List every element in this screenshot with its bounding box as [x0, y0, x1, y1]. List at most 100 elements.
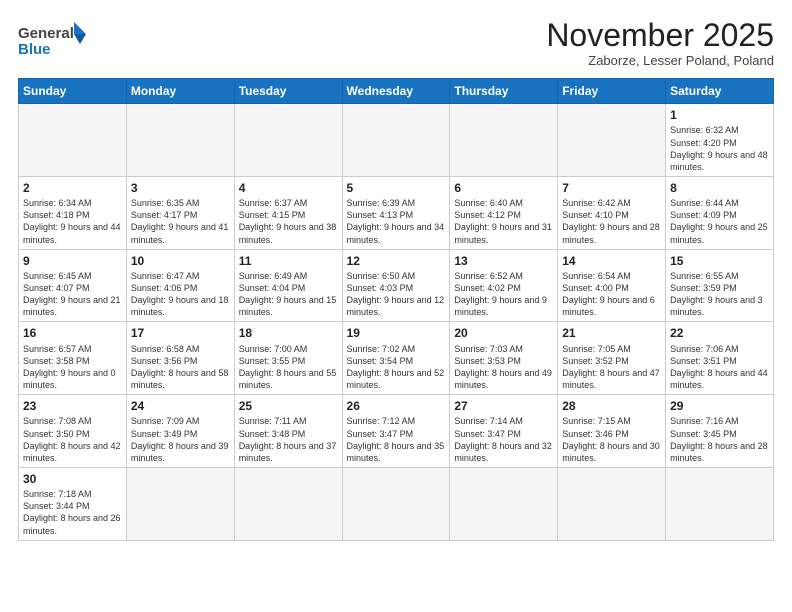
calendar-day-cell	[126, 104, 234, 177]
calendar-header-cell: Wednesday	[342, 79, 450, 104]
day-info: Sunrise: 7:18 AM Sunset: 3:44 PM Dayligh…	[23, 488, 122, 537]
day-info: Sunrise: 6:52 AM Sunset: 4:02 PM Dayligh…	[454, 270, 553, 319]
calendar-day-cell: 30Sunrise: 7:18 AM Sunset: 3:44 PM Dayli…	[19, 467, 127, 540]
calendar-day-cell: 20 Sunrise: 7:03 AM Sunset: 3:53 PM Dayli…	[450, 322, 558, 395]
subtitle: Zaborze, Lesser Poland, Poland	[546, 53, 774, 68]
day-info: Sunrise: 6:55 AM Sunset: 3:59 PM Dayligh…	[670, 270, 769, 319]
calendar-day-cell	[234, 467, 342, 540]
day-number: 22	[670, 325, 769, 341]
day-number: 20	[454, 325, 553, 341]
day-number: 29	[670, 398, 769, 414]
calendar-day-cell: 15Sunrise: 6:55 AM Sunset: 3:59 PM Dayli…	[666, 249, 774, 322]
day-number: 4	[239, 180, 338, 196]
day-info: Sunrise: 6:37 AM Sunset: 4:15 PM Dayligh…	[239, 197, 338, 246]
calendar-day-cell	[450, 104, 558, 177]
calendar-week-row: 2Sunrise: 6:34 AM Sunset: 4:18 PM Daylig…	[19, 176, 774, 249]
day-number: 11	[239, 253, 338, 269]
day-number: 26	[347, 398, 446, 414]
calendar-day-cell: 28Sunrise: 7:15 AM Sunset: 3:46 PM Dayli…	[558, 395, 666, 468]
calendar-day-cell: 19Sunrise: 7:02 AM Sunset: 3:54 PM Dayli…	[342, 322, 450, 395]
day-info: Sunrise: 7:03 AM Sunset: 3:53 PM Dayligh…	[454, 343, 553, 392]
calendar-day-cell: 6Sunrise: 6:40 AM Sunset: 4:12 PM Daylig…	[450, 176, 558, 249]
day-info: Sunrise: 7:05 AM Sunset: 3:52 PM Dayligh…	[562, 343, 661, 392]
day-info: Sunrise: 6:45 AM Sunset: 4:07 PM Dayligh…	[23, 270, 122, 319]
day-number: 21	[562, 325, 661, 341]
day-number: 3	[131, 180, 230, 196]
day-number: 16	[23, 325, 122, 341]
calendar-day-cell	[342, 467, 450, 540]
day-number: 6	[454, 180, 553, 196]
calendar-day-cell: 5Sunrise: 6:39 AM Sunset: 4:13 PM Daylig…	[342, 176, 450, 249]
day-number: 23	[23, 398, 122, 414]
day-info: Sunrise: 6:32 AM Sunset: 4:20 PM Dayligh…	[670, 124, 769, 173]
calendar-header-cell: Saturday	[666, 79, 774, 104]
calendar-day-cell: 7Sunrise: 6:42 AM Sunset: 4:10 PM Daylig…	[558, 176, 666, 249]
calendar-week-row: 9Sunrise: 6:45 AM Sunset: 4:07 PM Daylig…	[19, 249, 774, 322]
calendar-header-row: SundayMondayTuesdayWednesdayThursdayFrid…	[19, 79, 774, 104]
svg-text:Blue: Blue	[18, 41, 51, 58]
day-info: Sunrise: 7:00 AM Sunset: 3:55 PM Dayligh…	[239, 343, 338, 392]
calendar-day-cell: 14Sunrise: 6:54 AM Sunset: 4:00 PM Dayli…	[558, 249, 666, 322]
calendar-week-row: 1Sunrise: 6:32 AM Sunset: 4:20 PM Daylig…	[19, 104, 774, 177]
calendar-day-cell: 12Sunrise: 6:50 AM Sunset: 4:03 PM Dayli…	[342, 249, 450, 322]
calendar-day-cell: 13Sunrise: 6:52 AM Sunset: 4:02 PM Dayli…	[450, 249, 558, 322]
month-title: November 2025	[546, 18, 774, 53]
day-number: 30	[23, 471, 122, 487]
calendar-day-cell: 10Sunrise: 6:47 AM Sunset: 4:06 PM Dayli…	[126, 249, 234, 322]
calendar-day-cell: 27Sunrise: 7:14 AM Sunset: 3:47 PM Dayli…	[450, 395, 558, 468]
calendar-day-cell: 24Sunrise: 7:09 AM Sunset: 3:49 PM Dayli…	[126, 395, 234, 468]
day-info: Sunrise: 7:02 AM Sunset: 3:54 PM Dayligh…	[347, 343, 446, 392]
calendar-day-cell	[558, 467, 666, 540]
calendar-day-cell: 3Sunrise: 6:35 AM Sunset: 4:17 PM Daylig…	[126, 176, 234, 249]
calendar-day-cell	[234, 104, 342, 177]
calendar-day-cell: 17Sunrise: 6:58 AM Sunset: 3:56 PM Dayli…	[126, 322, 234, 395]
day-info: Sunrise: 6:35 AM Sunset: 4:17 PM Dayligh…	[131, 197, 230, 246]
day-info: Sunrise: 6:40 AM Sunset: 4:12 PM Dayligh…	[454, 197, 553, 246]
calendar-day-cell	[558, 104, 666, 177]
day-number: 25	[239, 398, 338, 414]
calendar-week-row: 16 Sunrise: 6:57 AM Sunset: 3:58 PM Dayli…	[19, 322, 774, 395]
title-block: November 2025 Zaborze, Lesser Poland, Po…	[546, 18, 774, 68]
day-number: 1	[670, 107, 769, 123]
day-info: Sunrise: 7:09 AM Sunset: 3:49 PM Dayligh…	[131, 415, 230, 464]
day-info: Sunrise: 6:50 AM Sunset: 4:03 PM Dayligh…	[347, 270, 446, 319]
day-info: Sunrise: 6:42 AM Sunset: 4:10 PM Dayligh…	[562, 197, 661, 246]
calendar-day-cell: 8Sunrise: 6:44 AM Sunset: 4:09 PM Daylig…	[666, 176, 774, 249]
logo-svg: General Blue	[18, 18, 88, 66]
page: General Blue November 2025 Zaborze, Less…	[0, 0, 792, 612]
day-info: Sunrise: 6:44 AM Sunset: 4:09 PM Dayligh…	[670, 197, 769, 246]
day-number: 28	[562, 398, 661, 414]
calendar-day-cell	[450, 467, 558, 540]
day-info: Sunrise: 6:54 AM Sunset: 4:00 PM Dayligh…	[562, 270, 661, 319]
calendar-day-cell	[342, 104, 450, 177]
calendar-day-cell: 25Sunrise: 7:11 AM Sunset: 3:48 PM Dayli…	[234, 395, 342, 468]
calendar-day-cell: 16 Sunrise: 6:57 AM Sunset: 3:58 PM Dayli…	[19, 322, 127, 395]
calendar-day-cell: 22Sunrise: 7:06 AM Sunset: 3:51 PM Dayli…	[666, 322, 774, 395]
calendar-day-cell: 29Sunrise: 7:16 AM Sunset: 3:45 PM Dayli…	[666, 395, 774, 468]
day-number: 2	[23, 180, 122, 196]
calendar-day-cell	[19, 104, 127, 177]
day-info: Sunrise: 6:39 AM Sunset: 4:13 PM Dayligh…	[347, 197, 446, 246]
day-info: Sunrise: 7:16 AM Sunset: 3:45 PM Dayligh…	[670, 415, 769, 464]
calendar-header-cell: Tuesday	[234, 79, 342, 104]
calendar-day-cell: 1Sunrise: 6:32 AM Sunset: 4:20 PM Daylig…	[666, 104, 774, 177]
day-info: Sunrise: 6:49 AM Sunset: 4:04 PM Dayligh…	[239, 270, 338, 319]
calendar-day-cell: 11Sunrise: 6:49 AM Sunset: 4:04 PM Dayli…	[234, 249, 342, 322]
day-info: Sunrise: 7:15 AM Sunset: 3:46 PM Dayligh…	[562, 415, 661, 464]
day-info: Sunrise: 7:12 AM Sunset: 3:47 PM Dayligh…	[347, 415, 446, 464]
day-number: 8	[670, 180, 769, 196]
day-info: Sunrise: 7:08 AM Sunset: 3:50 PM Dayligh…	[23, 415, 122, 464]
day-number: 5	[347, 180, 446, 196]
day-number: 13	[454, 253, 553, 269]
calendar-day-cell	[666, 467, 774, 540]
day-number: 27	[454, 398, 553, 414]
day-number: 14	[562, 253, 661, 269]
day-info: Sunrise: 6:34 AM Sunset: 4:18 PM Dayligh…	[23, 197, 122, 246]
calendar-day-cell: 4Sunrise: 6:37 AM Sunset: 4:15 PM Daylig…	[234, 176, 342, 249]
calendar-day-cell: 26Sunrise: 7:12 AM Sunset: 3:47 PM Dayli…	[342, 395, 450, 468]
day-info: Sunrise: 6:57 AM Sunset: 3:58 PM Dayligh…	[23, 343, 122, 392]
calendar-day-cell: 18Sunrise: 7:00 AM Sunset: 3:55 PM Dayli…	[234, 322, 342, 395]
calendar-header-cell: Sunday	[19, 79, 127, 104]
calendar: SundayMondayTuesdayWednesdayThursdayFrid…	[18, 78, 774, 541]
day-number: 24	[131, 398, 230, 414]
